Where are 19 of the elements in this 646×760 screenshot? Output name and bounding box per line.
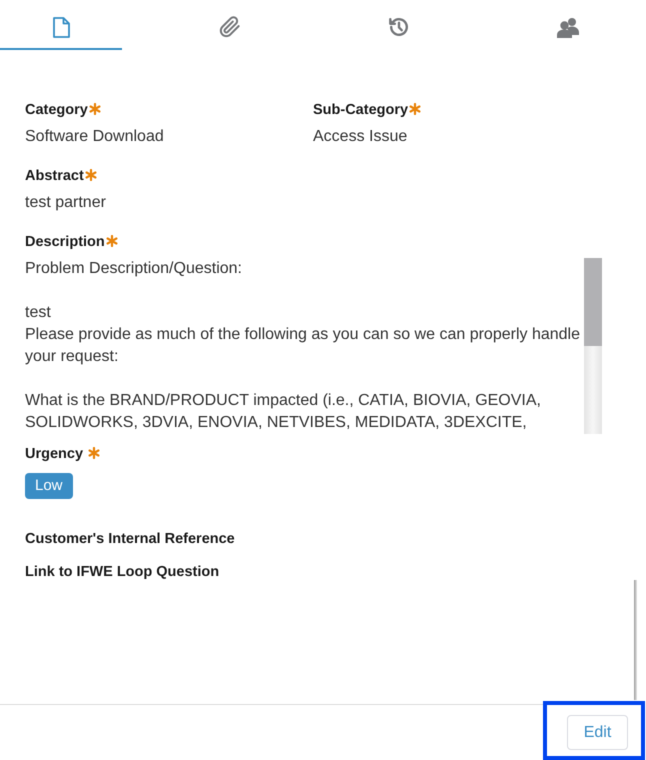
description-text: Problem Description/Question: test Please provide as much of the following as you can so we can properly handle your request: What is the BRAND/PRODUCT impacted (i.e., CATIA, BIOVIA, GEOVIA, SOLIDWORKS, 3DVIA, ENOVIA, NETVIBES, MEDIDATA, 3DEXCITE, — [25, 259, 580, 433]
history-icon — [388, 16, 410, 38]
field-label: Category — [25, 101, 88, 120]
people-icon — [556, 16, 580, 38]
scrollbar-track[interactable] — [584, 258, 602, 434]
field-value: Access Issue — [313, 127, 408, 147]
document-icon — [52, 16, 70, 38]
paperclip-icon — [219, 16, 241, 38]
field-label: Description — [25, 233, 105, 252]
edit-button[interactable]: Edit — [567, 715, 628, 750]
scrollbar-thumb[interactable] — [584, 258, 602, 346]
field-label: Sub-Category — [313, 101, 408, 120]
field-value: test partner — [25, 193, 107, 213]
field-label: Urgency — [25, 445, 84, 464]
field-label: Customer's Internal Reference — [25, 530, 235, 549]
urgency-tag: Low — [25, 473, 73, 499]
field-label: Abstract — [25, 167, 84, 186]
field-value: Software Download — [25, 127, 165, 147]
field-label: Link to IFWE Loop Question — [25, 563, 220, 582]
